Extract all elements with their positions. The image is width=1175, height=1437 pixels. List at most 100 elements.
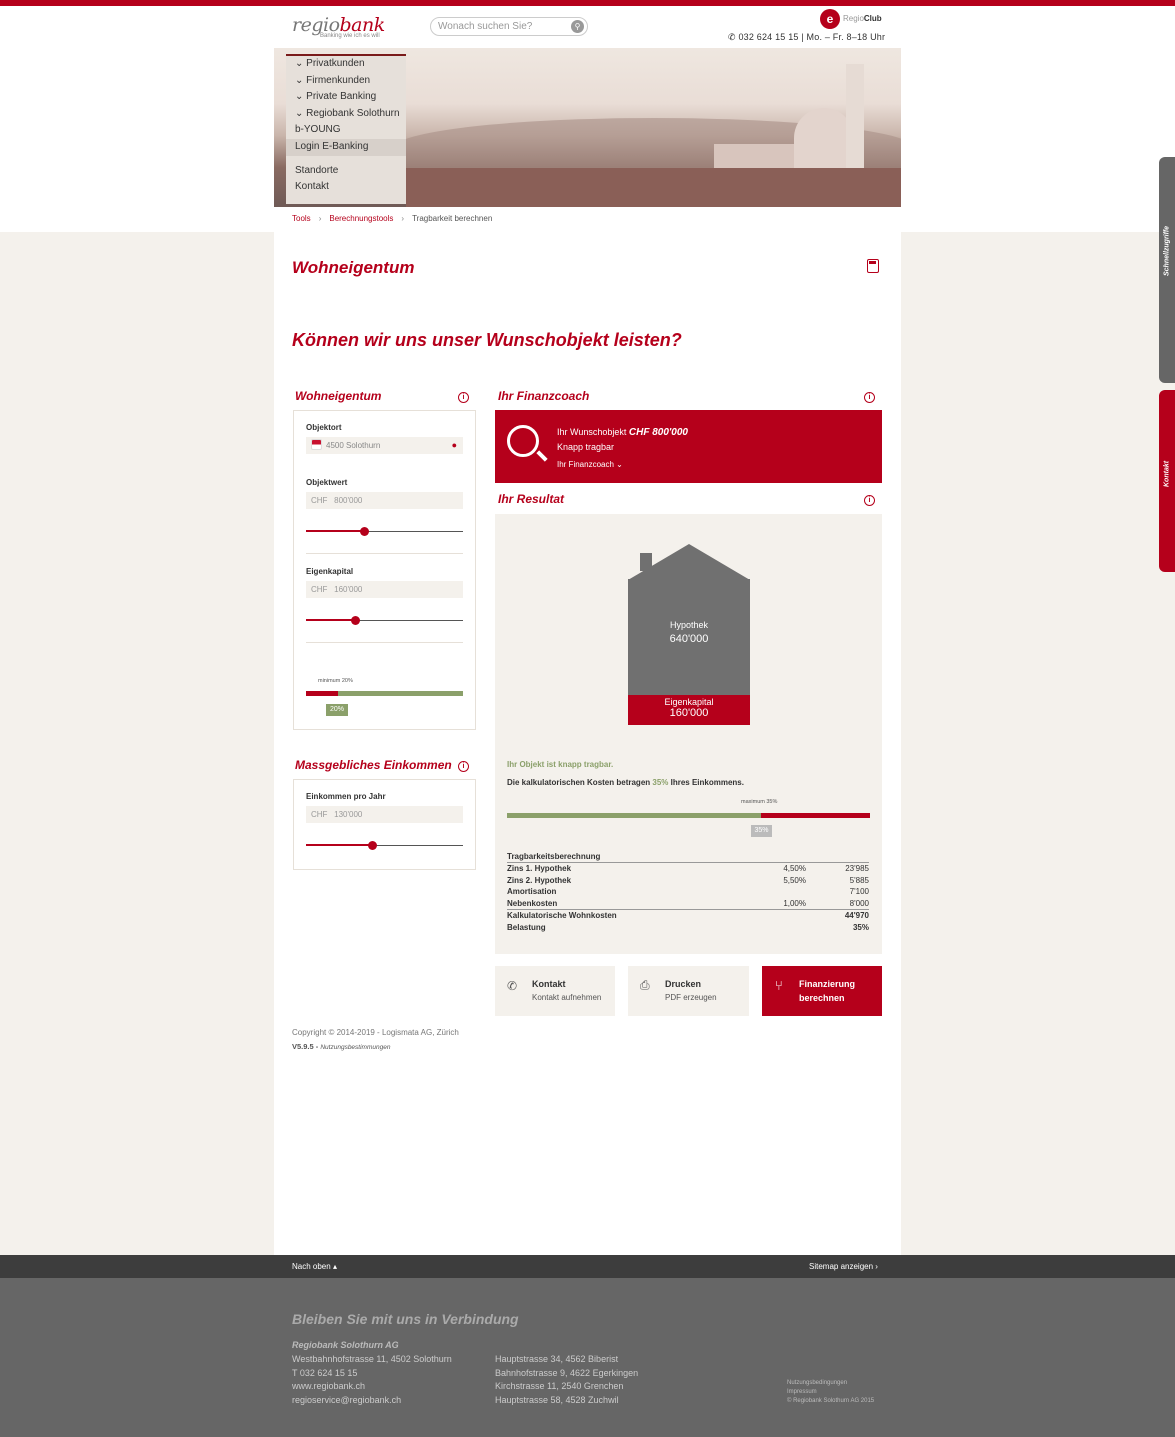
eigenkapital-slider[interactable] — [306, 616, 463, 625]
objektwert-slider[interactable] — [306, 527, 463, 536]
cost-load-bar — [507, 813, 870, 818]
eigenkapital-field[interactable]: CHF 160'000 — [306, 581, 463, 598]
copyright: Copyright © 2014-2019 - Logismata AG, Zü… — [292, 1028, 459, 1037]
table-header: Tragbarkeitsberechnung — [507, 851, 869, 863]
cost-text: Die kalkulatorischen Kosten betragen 35%… — [507, 778, 744, 787]
search-icon[interactable]: ⚲ — [571, 20, 584, 33]
verdict-text: Ihr Objekt ist knapp tragbar. — [507, 760, 614, 769]
coach-status: Knapp tragbar — [557, 442, 615, 452]
nav-item-privatkunden[interactable]: ⌄ Privatkunden — [286, 56, 406, 73]
contact-phone[interactable]: ✆ 032 624 15 15 | Mo. – Fr. 8–18 Uhr — [728, 32, 885, 43]
branch-line: Kirchstrasse 11, 2540 Grenchen — [495, 1381, 624, 1391]
finanzierung-button[interactable]: ⑂ Finanzierung berechnen — [762, 966, 882, 1016]
calculator-icon[interactable] — [867, 259, 879, 273]
resultat-heading: Ihr Resultat — [498, 492, 565, 506]
breadcrumb: Tools › Berechnungstools › Tragbarkeit berec… — [292, 214, 492, 223]
footer-heading: Bleiben Sie mit uns in Verbindung — [292, 1311, 519, 1327]
page-question: Können wir uns unser Wunschobjekt leiste… — [292, 330, 682, 350]
back-to-top-link[interactable]: Nach oben ▴ — [292, 1262, 337, 1271]
equity-ratio-bar — [306, 691, 463, 696]
email-link[interactable]: regioservice@regiobank.ch — [292, 1394, 452, 1408]
nav-item-standorte[interactable]: Standorte — [286, 163, 406, 180]
table-row: Nebenkosten 1,00% 8'000 — [507, 899, 869, 910]
caret-up-icon: ▴ — [332, 1262, 337, 1271]
regioclub-logo[interactable]: e RegioClub — [820, 9, 882, 29]
nav-item-private-banking[interactable]: ⌄ Private Banking — [286, 89, 406, 106]
house-equity-block: Eigenkapital 160'000 — [628, 695, 750, 725]
house-roof — [628, 544, 750, 580]
maximum-label: maximum 35% — [741, 799, 778, 805]
objektwert-label: Objektwert — [306, 478, 348, 487]
search-placeholder: Wonach suchen Sie? — [438, 21, 533, 32]
phone-icon: ✆ — [507, 979, 518, 993]
kontakt-tab[interactable]: Kontakt — [1159, 390, 1175, 572]
objektort-field[interactable]: 4500 Solothurn ● — [306, 437, 463, 454]
magnifier-icon — [507, 425, 539, 457]
location-pin-icon: ● — [451, 440, 457, 450]
house-mortgage-block: Hypothek 640'000 — [628, 579, 750, 695]
wohneigentum-heading: Wohneigentum — [295, 389, 382, 403]
cost-load-badge: 35% — [751, 825, 772, 837]
cost-load-fill — [507, 813, 762, 818]
footer-copyright: © Regiobank Solothurn AG 2015 — [787, 1398, 875, 1404]
breadcrumb-tools[interactable]: Tools — [292, 214, 311, 223]
sitemap-link[interactable]: Sitemap anzeigen › — [809, 1262, 878, 1271]
info-icon[interactable]: i — [864, 495, 875, 506]
table-load-row: Belastung 35% — [507, 922, 869, 932]
slider-handle[interactable] — [367, 841, 377, 850]
nav-item-kontakt[interactable]: Kontakt — [286, 179, 406, 196]
regioclub-label: RegioClub — [843, 14, 882, 23]
finanzcoach-toggle[interactable]: Ihr Finanzcoach ⌄ — [557, 460, 623, 469]
footer-address-col2: Hauptstrasse 34, 4562 Biberist Bahnhofst… — [495, 1353, 638, 1407]
nav-item-b-young[interactable]: b-YOUNG — [286, 122, 406, 139]
nav-item-firmenkunden[interactable]: ⌄ Firmenkunden — [286, 73, 406, 90]
slider-handle[interactable] — [350, 616, 360, 625]
schnellzugriffe-tab[interactable]: Schnellzugriffe — [1159, 157, 1175, 383]
slider-handle[interactable] — [360, 527, 370, 536]
table-row: Zins 1. Hypothek 4,50% 23'985 — [507, 863, 869, 873]
einkommen-label: Einkommen pro Jahr — [306, 792, 386, 801]
drucken-button[interactable]: ⎙ Drucken PDF erzeugen — [628, 966, 749, 1016]
divider — [306, 553, 463, 554]
minimum-label: minimum 20% — [318, 678, 353, 684]
info-icon[interactable]: i — [864, 392, 875, 403]
wunschobjekt-text: Ihr Wunschobjekt CHF 800'000 — [557, 427, 688, 438]
einkommen-heading: Massgebliches Einkommen — [295, 758, 452, 772]
footer-legal: Nutzungsbedingungen Impressum © Regioban… — [787, 1379, 874, 1406]
nav-item-login-ebanking[interactable]: Login E-Banking — [286, 138, 406, 156]
nutzungsbedingungen-link[interactable]: Nutzungsbedingungen — [787, 1379, 874, 1388]
solothurn-flag-icon — [311, 439, 322, 450]
impressum-link[interactable]: Impressum — [787, 1388, 874, 1397]
mortgage-value: 640'000 — [669, 633, 709, 645]
finanzcoach-panel: Ihr Wunschobjekt CHF 800'000 Knapp tragb… — [495, 410, 882, 483]
phone-line[interactable]: T 032 624 15 15 — [292, 1367, 452, 1381]
objektort-label: Objektort — [306, 423, 342, 432]
branch-line: Bahnhofstrasse 9, 4622 Egerkingen — [495, 1367, 639, 1378]
objektwert-field[interactable]: CHF 800'000 — [306, 492, 463, 509]
footer-bar: Nach oben ▴ Sitemap anzeigen › — [0, 1255, 1175, 1278]
eigenkapital-label: Eigenkapital — [306, 567, 354, 576]
tragbarkeit-table: Tragbarkeitsberechnung Zins 1. Hypothek 4… — [507, 851, 869, 934]
einkommen-slider[interactable] — [306, 841, 463, 850]
divider — [306, 642, 463, 643]
slider-fill — [306, 844, 372, 846]
einkommen-field[interactable]: CHF 130'000 — [306, 806, 463, 823]
footer-company: Regiobank Solothurn AG — [292, 1340, 399, 1350]
footer-address-col1: Westbahnhofstrasse 11, 4502 Solothurn T … — [292, 1353, 452, 1407]
regioclub-e-icon: e — [820, 9, 840, 29]
nutzungsbestimmungen-link[interactable]: Nutzungsbestimmungen — [320, 1044, 390, 1051]
info-icon[interactable]: i — [458, 761, 469, 772]
split-arrows-icon: ⑂ — [775, 978, 783, 993]
slider-fill — [306, 530, 365, 532]
info-icon[interactable]: i — [458, 392, 469, 403]
phone-icon: ✆ — [728, 32, 739, 42]
breadcrumb-berechnungstools[interactable]: Berechnungstools — [329, 214, 393, 223]
address-line: Westbahnhofstrasse 11, 4502 Solothurn — [292, 1354, 452, 1364]
website-link[interactable]: www.regiobank.ch — [292, 1380, 452, 1394]
kontakt-button[interactable]: ✆ Kontakt Kontakt aufnehmen — [495, 966, 615, 1016]
printer-icon: ⎙ — [640, 978, 650, 992]
breadcrumb-current: Tragbarkeit berechnen — [412, 214, 493, 223]
nav-item-regiobank-solothurn[interactable]: ⌄ Regiobank Solothurn — [286, 106, 406, 123]
search-input[interactable]: Wonach suchen Sie? ⚲ — [430, 17, 588, 36]
equity-value: 160'000 — [669, 707, 709, 719]
